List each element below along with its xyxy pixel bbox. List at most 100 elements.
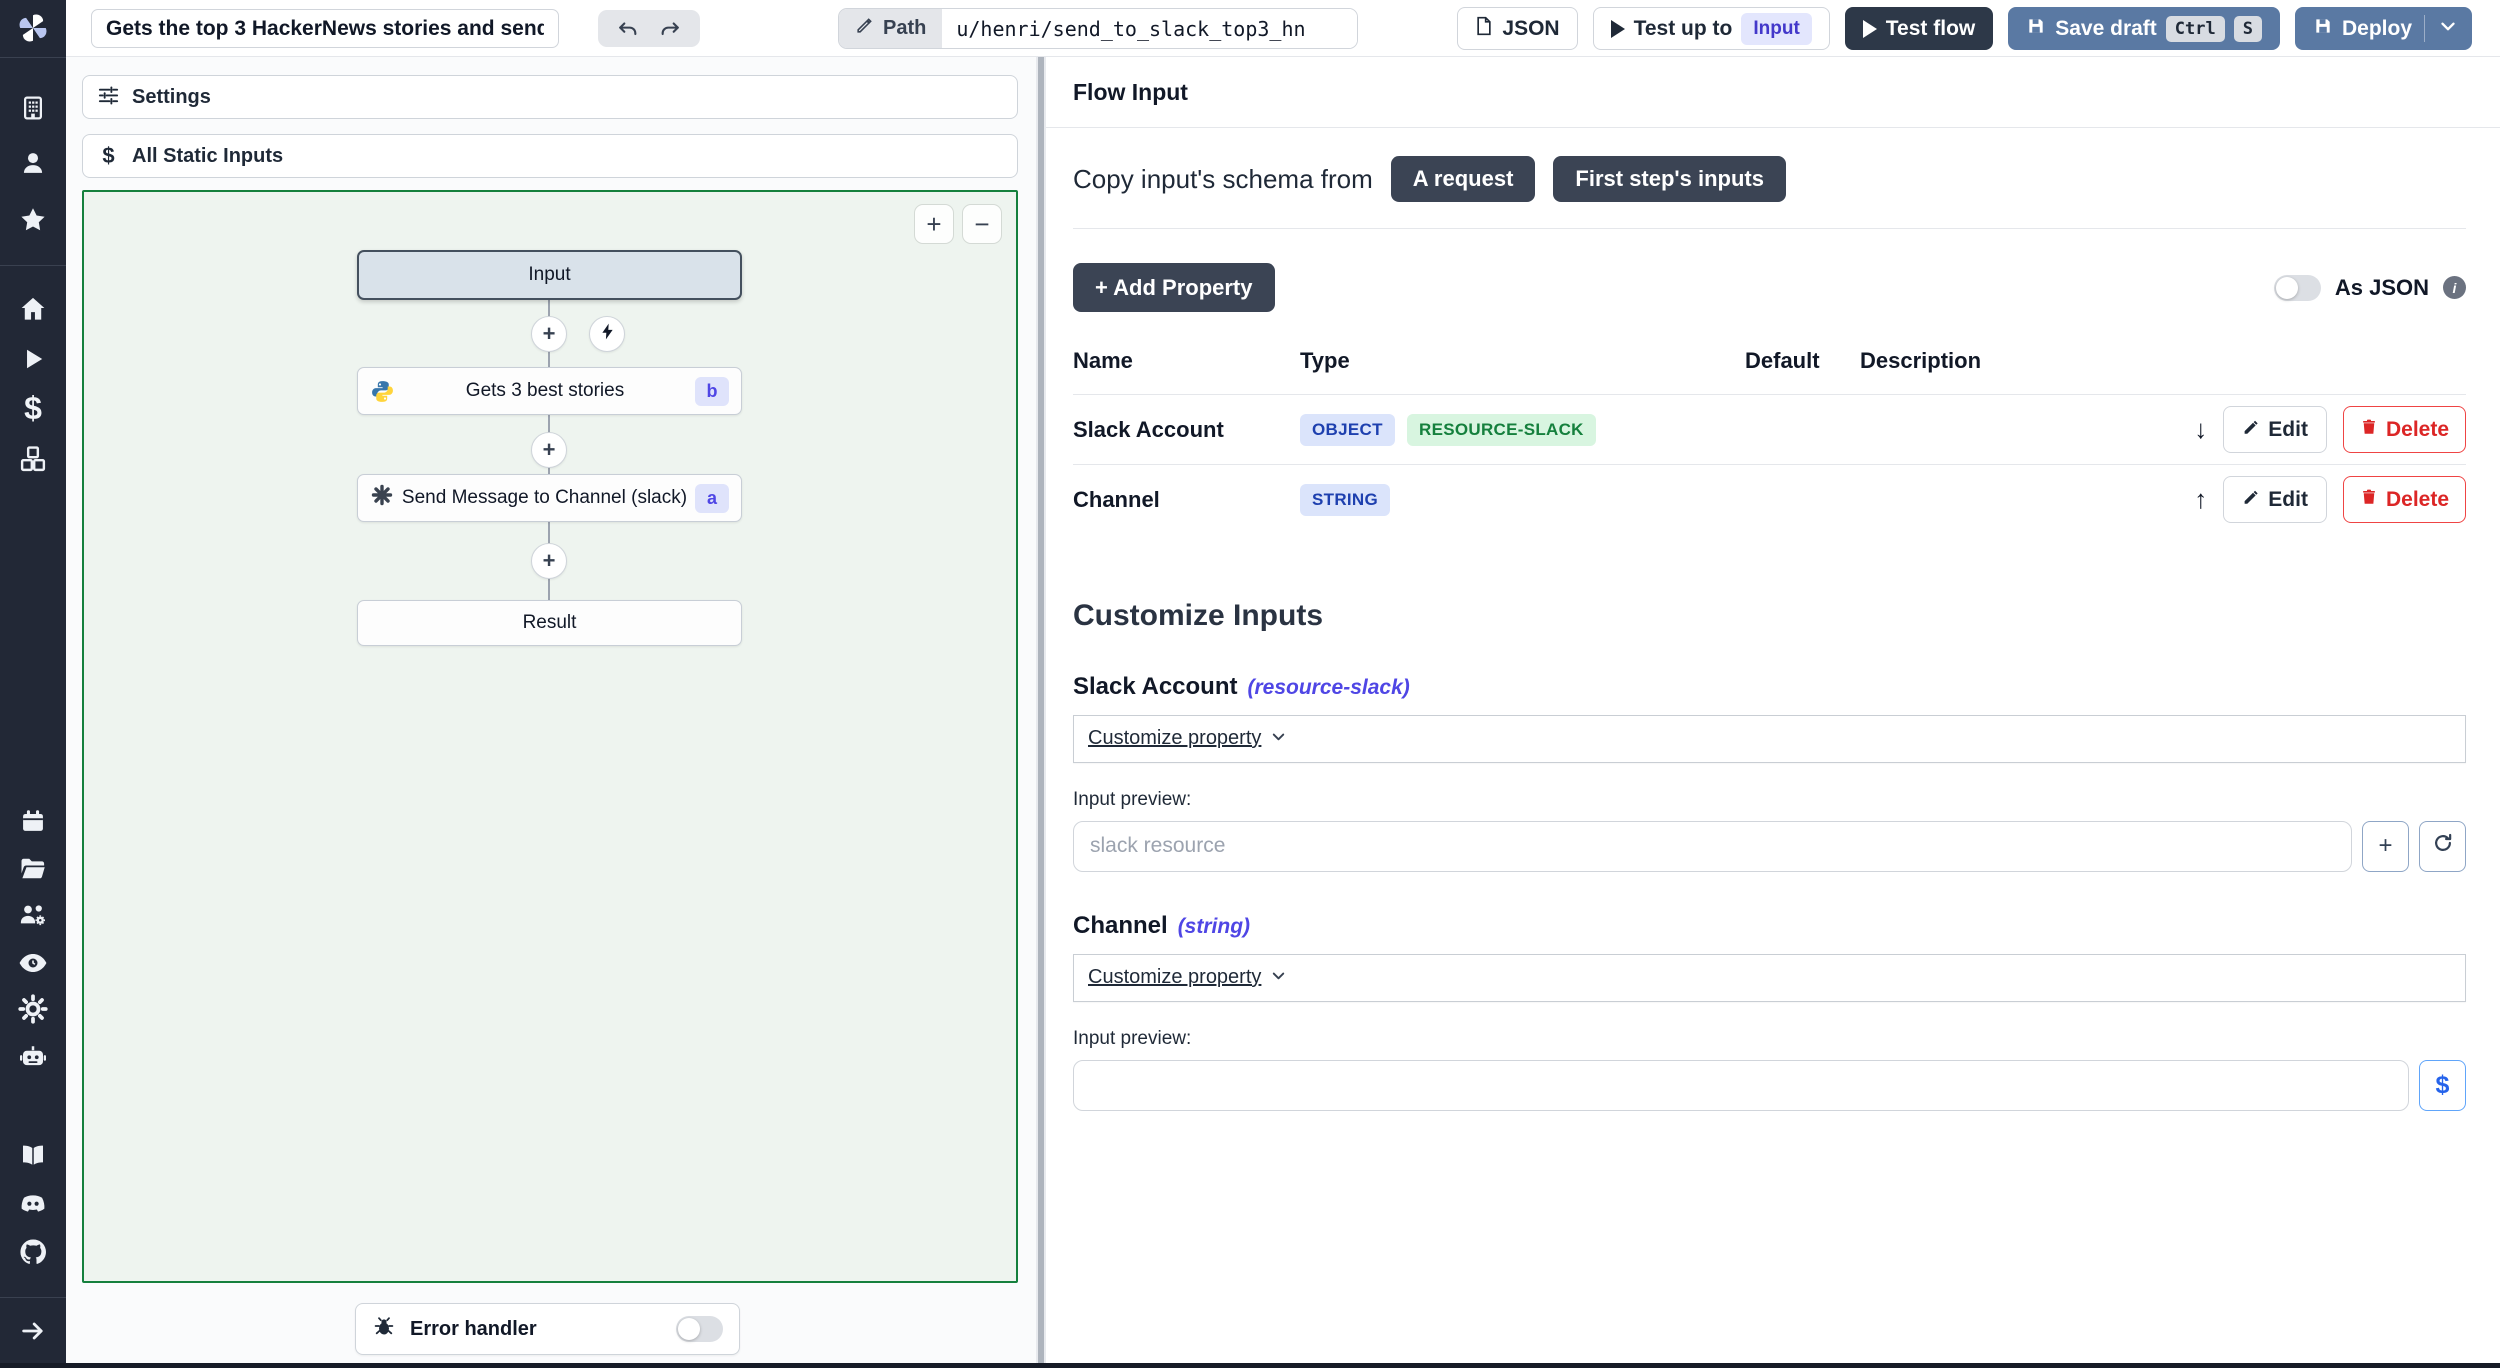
pencil-icon	[2242, 418, 2260, 442]
runs-play-icon[interactable]	[20, 346, 46, 372]
property-name: Channel	[1073, 464, 1300, 535]
sidebar-divider	[0, 57, 66, 58]
trigger-lightning-button[interactable]	[589, 316, 625, 352]
discord-icon[interactable]	[18, 1189, 49, 1220]
user-icon[interactable]	[19, 149, 47, 177]
docs-book-icon[interactable]	[18, 1141, 48, 1171]
description-cell	[1860, 464, 2036, 535]
flow-input-title: Flow Input	[1046, 57, 2500, 128]
move-down-icon[interactable]: ↓	[2194, 414, 2207, 445]
workspace-building-icon[interactable]	[20, 95, 47, 122]
ai-robot-icon[interactable]	[18, 1042, 48, 1072]
home-icon[interactable]	[19, 295, 48, 324]
flow-title-input[interactable]	[91, 9, 559, 48]
all-static-inputs-row[interactable]: $ All Static Inputs	[82, 134, 1018, 178]
pencil-icon	[855, 16, 874, 41]
node-step-b[interactable]: Gets 3 best stories b	[357, 367, 742, 415]
copy-from-request-button[interactable]: A request	[1390, 156, 1536, 202]
windmill-logo-icon[interactable]	[16, 11, 50, 45]
add-step-button[interactable]: +	[531, 543, 567, 579]
flow-graph[interactable]: + − Input + Gets 3 best stories b + Send…	[82, 190, 1018, 1283]
path-input[interactable]	[942, 9, 1357, 48]
table-row: Slack Account OBJECT RESOURCE-SLACK ↓ Ed…	[1073, 394, 2466, 465]
panel-splitter[interactable]	[1036, 57, 1046, 1363]
error-handler-row[interactable]: Error handler	[355, 1303, 740, 1355]
col-header-default: Default	[1745, 348, 1820, 373]
folders-icon[interactable]	[19, 855, 48, 884]
customize-property-box: Customize property	[1073, 714, 2466, 763]
as-json-toggle[interactable]	[2273, 274, 2321, 301]
col-header-name: Name	[1073, 348, 1133, 373]
workers-users-gear-icon[interactable]	[18, 900, 48, 930]
zoom-out-button[interactable]: −	[962, 204, 1002, 244]
trash-icon	[2360, 418, 2378, 442]
save-icon	[2313, 16, 2333, 42]
test-flow-button[interactable]: Test flow	[1844, 7, 1994, 50]
variables-dollar-icon[interactable]: $	[24, 392, 42, 424]
schedules-calendar-icon[interactable]	[19, 807, 47, 835]
copy-from-first-step-button[interactable]: First step's inputs	[1553, 156, 1786, 202]
redo-icon[interactable]	[659, 18, 681, 40]
sidebar-divider	[0, 1297, 66, 1298]
customize-property-box: Customize property	[1073, 953, 2466, 1002]
zoom-in-button[interactable]: +	[914, 204, 954, 244]
customize-field-channel: Channel (string) Customize property Inpu…	[1073, 912, 2466, 1111]
edit-button[interactable]: Edit	[2223, 406, 2327, 453]
node-step-a[interactable]: Send Message to Channel (slack) a	[357, 474, 742, 522]
add-step-button[interactable]: +	[531, 432, 567, 468]
schema-table: Name Type Default Description Slack Acco…	[1073, 338, 2466, 535]
channel-input[interactable]	[1073, 1059, 2409, 1111]
field-name: Channel	[1073, 911, 1168, 939]
audit-logs-eye-icon[interactable]	[18, 948, 48, 978]
json-button[interactable]: JSON	[1457, 7, 1578, 50]
trash-icon	[2360, 488, 2378, 512]
input-preview-label: Input preview:	[1073, 1027, 1192, 1049]
slack-resource-input[interactable]	[1073, 820, 2352, 872]
resources-cubes-icon[interactable]	[19, 445, 48, 474]
error-handler-toggle[interactable]	[676, 1316, 723, 1342]
play-icon	[1610, 19, 1625, 38]
customize-property-link[interactable]: Customize property	[1088, 727, 1261, 750]
chevron-down-icon[interactable]	[1269, 966, 1288, 990]
table-row: Channel STRING ↑ Edit Delete	[1073, 464, 2466, 535]
path-field-group: Path	[838, 8, 1358, 49]
step-id-badge: a	[695, 483, 729, 513]
edit-button[interactable]: Edit	[2223, 476, 2327, 524]
move-up-icon[interactable]: ↑	[2194, 484, 2207, 515]
test-up-to-button[interactable]: Test up to Input	[1592, 7, 1830, 50]
add-step-button[interactable]: +	[531, 316, 567, 352]
add-resource-button[interactable]: +	[2362, 820, 2409, 872]
chevron-down-icon[interactable]	[1269, 727, 1288, 751]
github-icon[interactable]	[18, 1237, 49, 1268]
insert-variable-button[interactable]: $	[2419, 1059, 2466, 1111]
sidebar-divider	[0, 265, 66, 266]
lightning-icon	[598, 322, 617, 346]
flow-settings-row[interactable]: Settings	[82, 75, 1018, 119]
input-preview-label: Input preview:	[1073, 788, 1192, 810]
undo-icon[interactable]	[617, 18, 639, 40]
refresh-button[interactable]	[2419, 820, 2466, 872]
add-property-button[interactable]: + Add Property	[1073, 263, 1275, 312]
app-sidebar: $	[0, 0, 66, 1363]
path-label[interactable]: Path	[839, 9, 943, 48]
col-header-description: Description	[1860, 348, 1982, 373]
delete-button[interactable]: Delete	[2342, 476, 2466, 524]
expand-arrow-icon[interactable]	[19, 1317, 47, 1345]
node-result[interactable]: Result	[357, 600, 742, 646]
refresh-icon	[2432, 832, 2454, 861]
copy-schema-label: Copy input's schema from	[1073, 163, 1373, 194]
default-cell	[1745, 394, 1860, 465]
save-draft-button[interactable]: Save draft Ctrl S	[2008, 7, 2280, 50]
sliders-icon	[97, 83, 120, 112]
deploy-button[interactable]: Deploy	[2294, 7, 2472, 50]
info-icon[interactable]: i	[2443, 276, 2466, 299]
settings-gear-icon[interactable]	[18, 994, 48, 1024]
customize-property-link[interactable]: Customize property	[1088, 966, 1261, 989]
customize-inputs-title: Customize Inputs	[1073, 598, 1324, 632]
delete-button[interactable]: Delete	[2342, 406, 2466, 453]
bug-icon	[372, 1315, 396, 1344]
chevron-down-icon[interactable]	[2437, 15, 2459, 43]
node-input[interactable]: Input	[357, 250, 742, 300]
type-pill-object: OBJECT	[1300, 413, 1395, 446]
favorites-star-icon[interactable]	[19, 206, 48, 235]
